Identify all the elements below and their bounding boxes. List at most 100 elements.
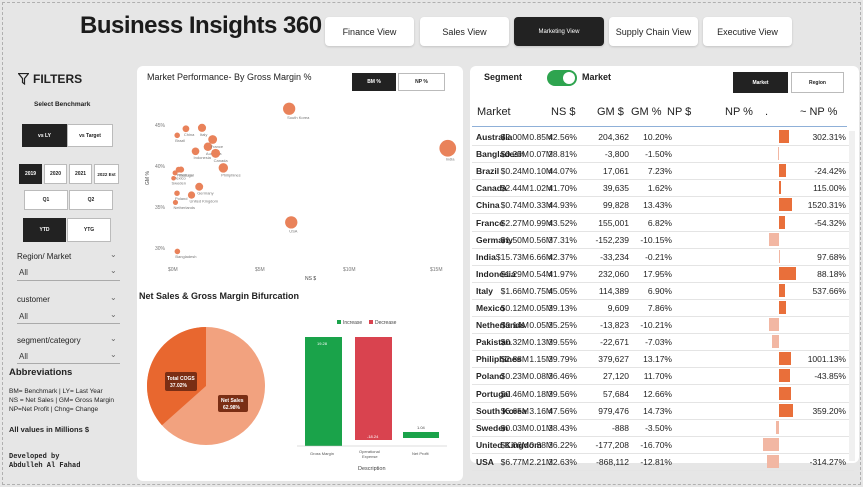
cell-np-dollar: -177,208 (595, 439, 629, 450)
np-percent-bar (769, 318, 779, 332)
scatter-point (285, 216, 298, 229)
market-button[interactable]: Market (733, 72, 788, 93)
table-row[interactable]: Bangladesh $0.25M 0.07M 28.81% -3,800 -1.50% (472, 145, 854, 164)
scatter-point (208, 135, 218, 144)
table-row[interactable]: USA $6.77M 2.21M 32.63% -868,112 -12.81% -314.… (472, 453, 854, 471)
table-row[interactable]: Italy $1.66M 0.75M 45.05% 114,389 6.90% 537.66… (472, 282, 854, 300)
col-chg-np[interactable]: ~ NP % (800, 106, 837, 118)
filters-heading: FILTERS (18, 72, 82, 86)
chevron-down-icon[interactable]: ⌄ (110, 310, 117, 319)
scatter-point (218, 163, 229, 173)
col-np-dollar[interactable]: NP $ (667, 106, 691, 118)
cell-np-dollar: 99,828 (603, 200, 629, 211)
cell-chg-np: 88.18% (817, 268, 846, 279)
table-row[interactable]: South Korea $6.65M 3.16M 47.56% 979,476 14.73… (472, 402, 854, 420)
pie-chart: Total COGS 37.02% Net Sales 62.98% (146, 327, 265, 445)
table-row[interactable]: Portugal $0.46M 0.18M 39.56% 57,684 12.66% (472, 385, 854, 403)
table-row[interactable]: India $15.73M 6.66M 42.37% -33,234 -0.21% 97.6… (472, 248, 854, 266)
table-row[interactable]: China $0.74M 0.33M 44.93% 99,828 13.43% 1520.3… (472, 196, 854, 215)
region-button[interactable]: Region (791, 72, 844, 93)
col-np-percent[interactable]: NP % (725, 106, 753, 118)
col-market[interactable]: Market (477, 106, 511, 118)
table-row[interactable]: France $2.27M 0.99M 43.52% 155,001 6.82% -54.3… (472, 214, 854, 232)
np-percent-bar (779, 369, 791, 383)
customer-select[interactable]: All (19, 312, 28, 321)
table-row[interactable]: Netherlands $0.14M 0.05M 35.25% -13,823 -10.2… (472, 316, 854, 335)
header-divider (472, 126, 847, 127)
np-percent-bar (777, 147, 779, 161)
cell-np-percent: 10.20% (643, 132, 672, 142)
np-percent-bar (779, 266, 797, 280)
table-row[interactable]: Australia $2.00M 0.85M 42.56% 204,362 10.20% 3… (472, 128, 854, 146)
table-row[interactable]: Pakistan $0.32M 0.13M 39.55% -22,671 -7.03% (472, 333, 854, 352)
quarter-q2[interactable]: Q2 (69, 190, 113, 210)
cell-np-dollar: 155,001 (598, 217, 629, 228)
table-row[interactable]: Canada $2.44M 1.02M 41.70% 39,635 1.62% 115.00… (472, 179, 854, 198)
scatter-point-label: Poland (175, 196, 187, 201)
year-2022-est[interactable]: 2022 Est (94, 164, 119, 184)
developer-credit: Developed by (9, 453, 60, 461)
filter-icon (18, 73, 29, 85)
chevron-down-icon[interactable]: ⌄ (110, 293, 117, 302)
cell-gm-percent: 43.52% (548, 217, 577, 228)
ytg-button[interactable]: YTG (67, 218, 111, 242)
nav-supply-chain-view[interactable]: Supply Chain View (609, 17, 698, 46)
cell-np-dollar: 114,389 (598, 285, 629, 296)
y-tick: 40% (155, 164, 166, 170)
cell-np-percent: 6.90% (647, 285, 672, 296)
cell-np-percent: 7.23% (647, 166, 672, 177)
col-gm-dollar[interactable]: GM $ (597, 106, 624, 118)
waterfall-legend: Increase Decrease (337, 320, 397, 326)
table-scrollbar[interactable] (849, 131, 855, 461)
cell-market: China (476, 200, 500, 211)
np-percent-bar (779, 164, 786, 178)
cell-gm-percent: 42.37% (548, 251, 577, 262)
np-percent-button[interactable]: NP % (398, 73, 445, 91)
col-ns[interactable]: NS $ (551, 106, 575, 118)
quarter-q1[interactable]: Q1 (24, 190, 68, 210)
region-market-label: Region/ Market (17, 252, 72, 261)
chevron-down-icon[interactable]: ⌄ (110, 350, 117, 359)
year-2020[interactable]: 2020 (44, 164, 67, 184)
scatter-point-label: Indonesia (194, 155, 212, 160)
cell-np-dollar: 232,060 (598, 268, 629, 279)
year-2021[interactable]: 2021 (69, 164, 92, 184)
np-percent-bar (779, 283, 786, 297)
year-2019[interactable]: 2019 (19, 164, 42, 184)
divider (17, 280, 120, 281)
cell-np-dollar: -888 (611, 422, 629, 433)
cell-market: Brazil (476, 166, 500, 177)
bm-percent-button[interactable]: BM % (352, 73, 396, 91)
chevron-down-icon[interactable]: ⌄ (110, 266, 117, 275)
table-row[interactable]: Poland $0.23M 0.08M 36.46% 27,120 11.70% -43.8… (472, 367, 854, 386)
cell-np-percent: 6.82% (647, 217, 672, 228)
segment-category-select[interactable]: All (19, 352, 28, 361)
nav-finance-view[interactable]: Finance View (325, 17, 414, 46)
bench-vs-ly[interactable]: vs LY (22, 124, 67, 147)
cell-market: India (476, 251, 496, 262)
cell-np-percent: -7.03% (645, 337, 672, 348)
col-gm-percent[interactable]: GM % (631, 106, 662, 118)
bench-vs-target[interactable]: vs Target (67, 124, 113, 147)
table-row[interactable]: Germany $1.50M 0.56M 37.31% -152,239 -10.15% (472, 231, 854, 249)
ytd-button[interactable]: YTD (23, 218, 66, 242)
segment-market-toggle[interactable] (547, 70, 577, 86)
table-row[interactable]: United Kingdom $1.06M 0.38M 36.22% -177,208-… (472, 436, 854, 454)
table-row[interactable]: Indonesia $1.29M 0.54M 41.97% 232,060 17.95% 8… (472, 265, 854, 283)
cell-gm-percent: 39.56% (548, 388, 577, 399)
nav-marketing-view[interactable]: Marketing View (514, 17, 604, 46)
cell-np-dollar: -152,239 (595, 234, 629, 245)
chevron-down-icon[interactable]: ⌄ (110, 334, 117, 343)
np-percent-bar (779, 198, 792, 212)
chevron-down-icon[interactable]: ⌄ (110, 250, 117, 259)
nav-sales-view[interactable]: Sales View (420, 17, 509, 46)
table-row[interactable]: Sweden $0.03M 0.01M 38.43% -888 -3.50% (472, 419, 854, 437)
cell-gm-percent: 38.43% (548, 422, 577, 433)
region-market-select[interactable]: All (19, 268, 28, 277)
table-row[interactable]: Philiphines $2.88M 1.15M 39.79% 379,627 13.17… (472, 350, 854, 369)
table-row[interactable]: Mexico $0.12M 0.05M 39.13% 9,609 7.86% (472, 299, 854, 317)
scatter-point-label: Bangladesh (175, 254, 196, 259)
bar-operational-expense (355, 337, 392, 440)
nav-executive-view[interactable]: Executive View (703, 17, 792, 46)
table-row[interactable]: Brazil $0.24M 0.10M 44.07% 17,061 7.23% -24.42… (472, 162, 854, 181)
